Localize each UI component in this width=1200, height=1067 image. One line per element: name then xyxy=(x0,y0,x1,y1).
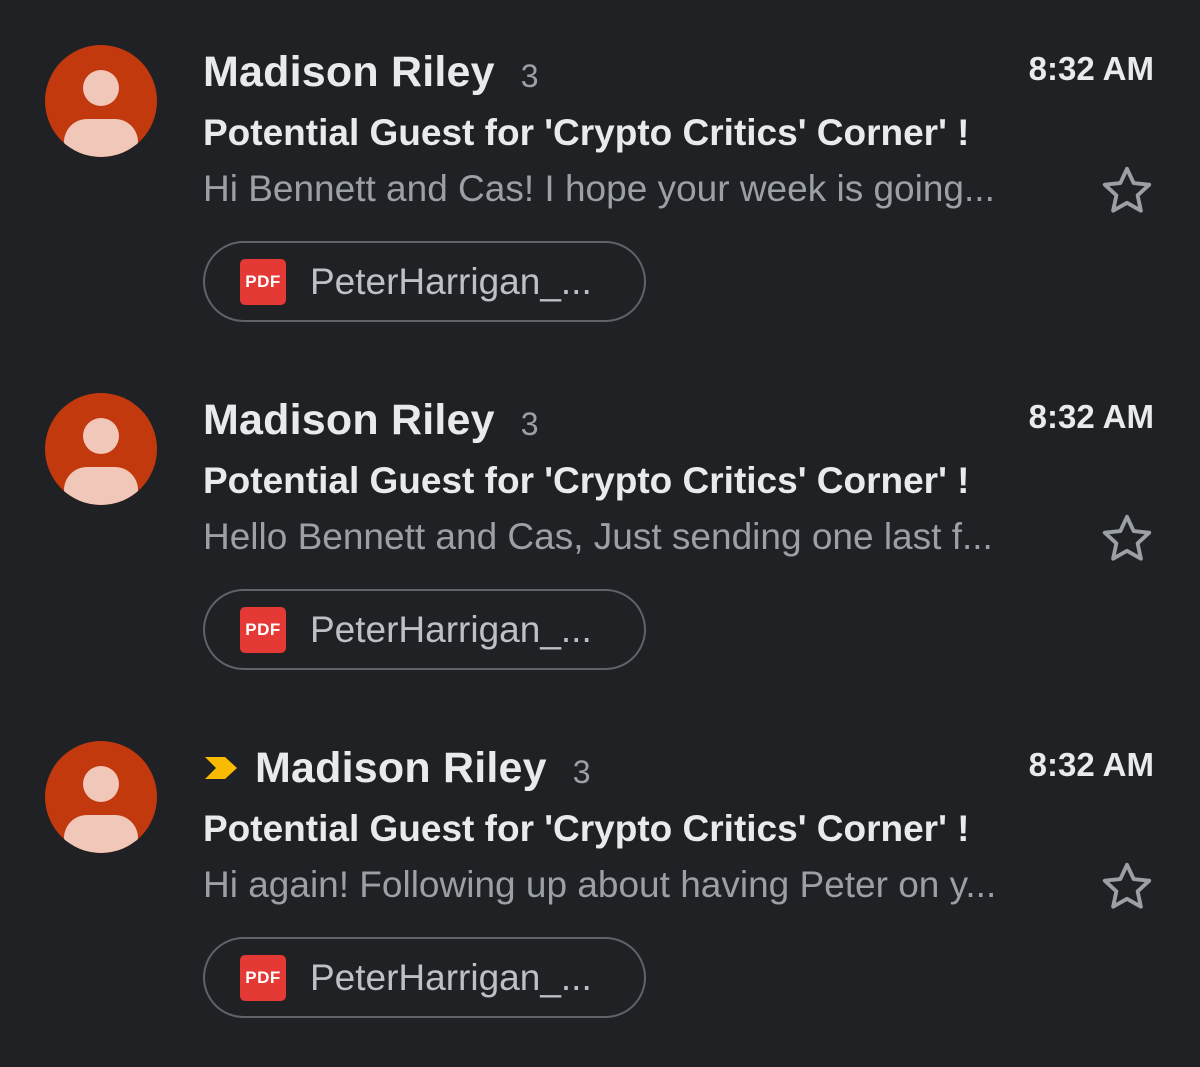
email-snippet: Hi Bennett and Cas! I hope your week is … xyxy=(203,168,995,209)
attachment-chip[interactable]: PDF PeterHarrigan_... xyxy=(203,937,646,1018)
attachment-name: PeterHarrigan_... xyxy=(310,956,592,998)
email-time: 8:32 AM xyxy=(1028,398,1154,435)
star-icon[interactable] xyxy=(1098,858,1156,916)
sender-line: Madison Riley 3 xyxy=(203,740,591,796)
email-item[interactable]: Madison Riley 3 8:32 AM Potential Guest … xyxy=(0,0,1200,348)
email-item[interactable]: Madison Riley 3 8:32 AM Potential Guest … xyxy=(0,348,1200,696)
pdf-file-icon: PDF xyxy=(240,606,286,653)
email-item[interactable]: Madison Riley 3 8:32 AM Potential Guest … xyxy=(0,696,1200,1044)
person-avatar-icon xyxy=(64,418,138,505)
thread-count: 3 xyxy=(520,405,539,442)
star-icon[interactable] xyxy=(1098,510,1156,568)
sender-line: Madison Riley 3 xyxy=(203,392,539,448)
email-time: 8:32 AM xyxy=(1028,50,1154,87)
avatar[interactable] xyxy=(45,45,157,157)
star-icon[interactable] xyxy=(1098,162,1156,220)
attachment-chip[interactable]: PDF PeterHarrigan_... xyxy=(203,589,646,670)
email-list: Madison Riley 3 8:32 AM Potential Guest … xyxy=(0,0,1200,1067)
sender-name: Madison Riley xyxy=(255,743,547,792)
important-marker-icon[interactable] xyxy=(203,755,239,781)
email-subject: Potential Guest for 'Crypto Critics' Cor… xyxy=(203,808,970,849)
pdf-file-icon: PDF xyxy=(240,258,286,305)
sender-line: Madison Riley 3 xyxy=(203,44,539,100)
pdf-file-icon: PDF xyxy=(240,954,286,1001)
sender-name: Madison Riley xyxy=(203,47,495,96)
email-snippet: Hi again! Following up about having Pete… xyxy=(203,864,997,905)
person-avatar-icon xyxy=(64,70,138,157)
attachment-name: PeterHarrigan_... xyxy=(310,608,592,650)
person-avatar-icon xyxy=(64,766,138,853)
email-snippet: Hello Bennett and Cas, Just sending one … xyxy=(203,516,993,557)
email-time: 8:32 AM xyxy=(1028,746,1154,783)
attachment-chip[interactable]: PDF PeterHarrigan_... xyxy=(203,241,646,322)
thread-count: 3 xyxy=(572,753,591,790)
email-subject: Potential Guest for 'Crypto Critics' Cor… xyxy=(203,112,970,153)
thread-count: 3 xyxy=(520,57,539,94)
avatar[interactable] xyxy=(45,741,157,853)
email-subject: Potential Guest for 'Crypto Critics' Cor… xyxy=(203,460,970,501)
attachment-name: PeterHarrigan_... xyxy=(310,260,592,302)
sender-name: Madison Riley xyxy=(203,395,495,444)
avatar[interactable] xyxy=(45,393,157,505)
